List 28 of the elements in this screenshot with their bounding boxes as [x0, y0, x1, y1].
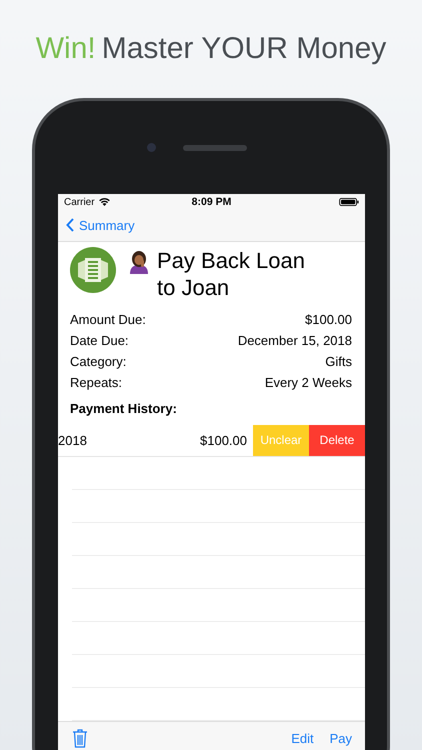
swipe-action-button[interactable]: Delete	[309, 424, 365, 456]
speaker-grille	[183, 145, 247, 151]
field-value: December 15, 2018	[238, 332, 352, 348]
trash-icon[interactable]	[72, 728, 88, 748]
battery-icon	[339, 198, 359, 206]
field-label: Repeats:	[70, 374, 122, 390]
wifi-icon	[98, 198, 110, 206]
headline: Master YOUR Money	[102, 32, 386, 66]
person-icon	[127, 250, 151, 274]
toolbar-button[interactable]: Pay	[330, 730, 352, 746]
payment-amount: $100.00	[200, 432, 247, 448]
back-button[interactable]: Summary	[66, 218, 135, 233]
headline-accent: Win!	[36, 32, 96, 66]
section-heading: Payment History:	[70, 400, 178, 418]
toolbar-button[interactable]: Edit	[291, 730, 314, 746]
bill-title: Pay Back Loan to Joan	[157, 246, 306, 301]
payment-date: 2018	[58, 432, 87, 448]
field-value: $100.00	[305, 312, 352, 327]
field-label: Amount Due:	[70, 312, 146, 327]
field-label: Category:	[70, 354, 126, 369]
field-value: Gifts	[325, 354, 352, 369]
field-value: Every 2 Weeks	[264, 374, 352, 390]
carrier-label: Carrier	[64, 196, 95, 208]
camera-lens	[147, 143, 156, 152]
status-time: 8:09 PM	[192, 196, 232, 208]
bills-icon	[70, 246, 116, 293]
chevron-left-icon	[66, 218, 74, 232]
field-label: Date Due:	[70, 332, 129, 348]
